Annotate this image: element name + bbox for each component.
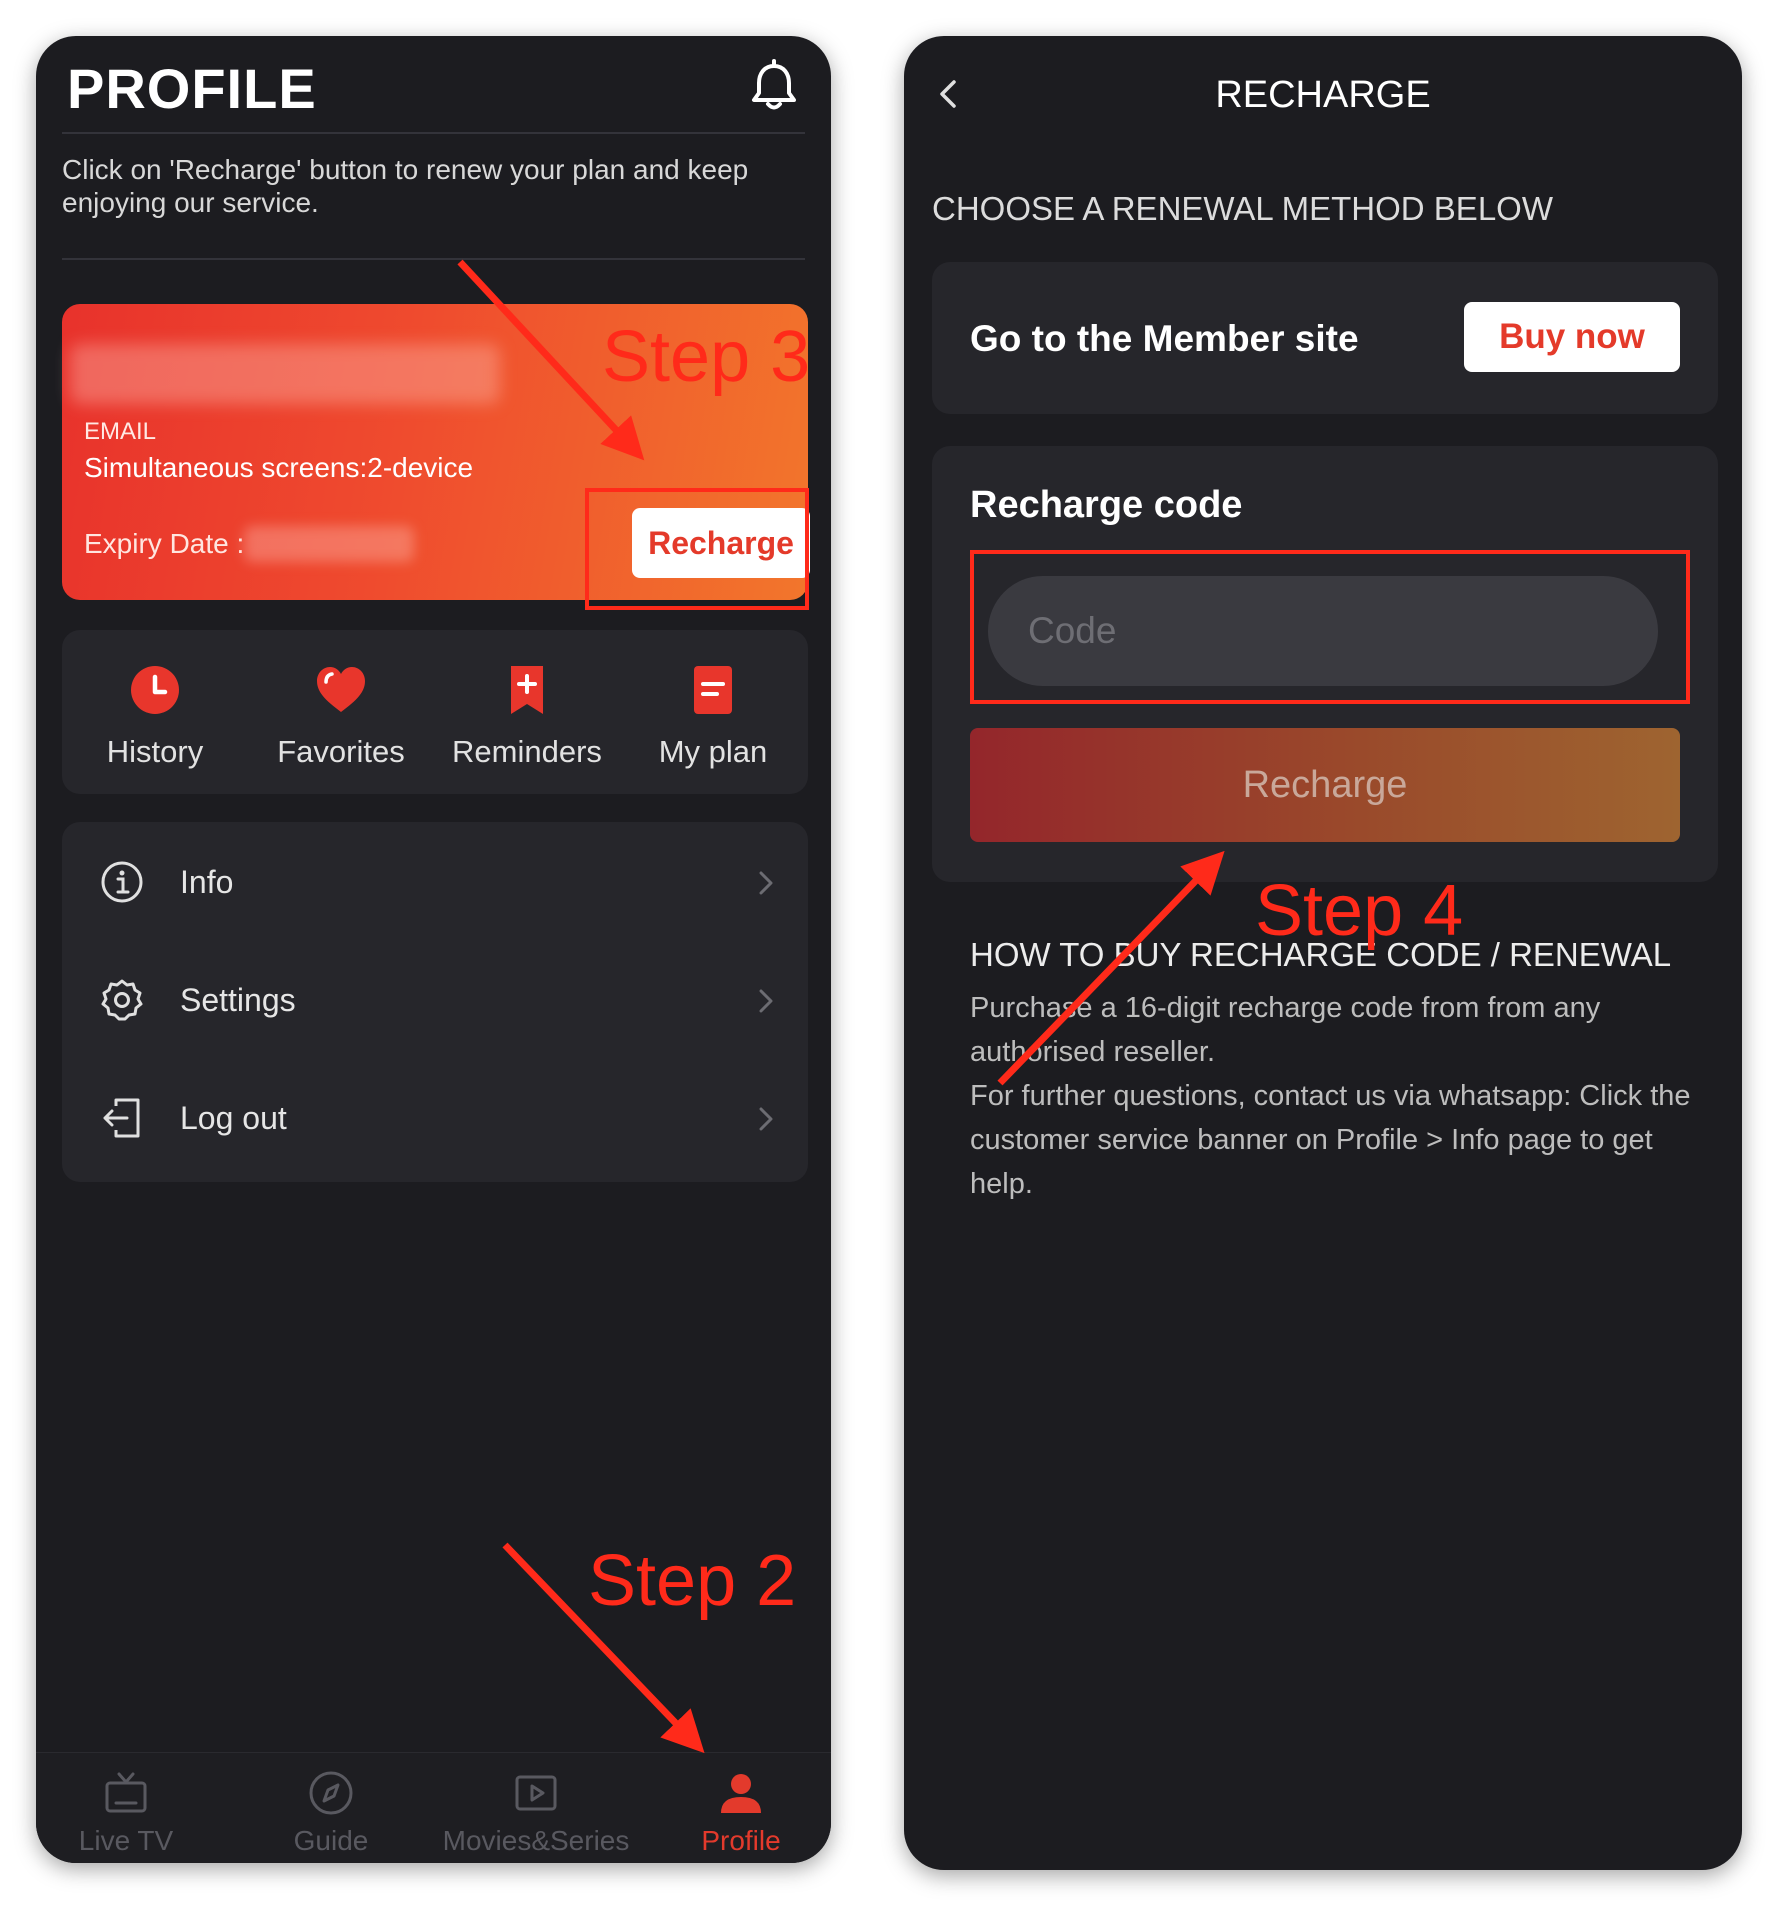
recharge-screen: RECHARGE CHOOSE A RENEWAL METHOD BELOW G…	[904, 36, 1742, 1870]
document-icon	[694, 666, 732, 714]
quick-action-favorites[interactable]: Favorites	[248, 630, 434, 794]
recharge-notice: Click on 'Recharge' button to renew your…	[62, 154, 749, 218]
how-to-buy-text-1: Purchase a 16-digit recharge code from f…	[970, 992, 1601, 1068]
tab-label: Profile	[701, 1825, 781, 1856]
quick-actions: History Favorites Reminders My plan	[62, 630, 808, 794]
user-icon	[721, 1774, 761, 1813]
tab-guide[interactable]: Guide	[231, 1753, 431, 1863]
quick-action-label: My plan	[658, 734, 768, 769]
divider	[62, 132, 805, 134]
menu-item-label: Log out	[180, 1100, 287, 1136]
tab-movies-series[interactable]: Movies&Series	[436, 1753, 636, 1863]
play-icon	[515, 1775, 557, 1811]
buy-now-button[interactable]: Buy now	[1464, 302, 1680, 372]
compass-icon	[309, 1771, 353, 1815]
blurred-account-name	[70, 344, 500, 404]
quick-action-history[interactable]: History	[62, 630, 248, 794]
chevron-right-icon	[759, 1107, 773, 1131]
how-to-buy-section: HOW TO BUY RECHARGE CODE / RENEWAL Purch…	[970, 936, 1710, 1206]
menu-item-settings[interactable]: Settings	[62, 940, 808, 1058]
gear-icon	[101, 979, 143, 1021]
recharge-code-label: Recharge code	[970, 484, 1243, 526]
code-input[interactable]	[988, 576, 1658, 686]
tab-label: Live TV	[78, 1825, 174, 1856]
bell-icon[interactable]	[746, 58, 802, 114]
tab-live-tv[interactable]: Live TV	[36, 1753, 226, 1863]
step2-label: Step 2	[588, 1541, 797, 1621]
menu-item-label: Info	[180, 864, 234, 900]
quick-action-label: History	[106, 734, 204, 769]
step3-label: Step 3	[602, 317, 811, 397]
step4-label: Step 4	[1255, 871, 1464, 951]
quick-action-label: Reminders	[452, 734, 602, 769]
quick-action-reminders[interactable]: Reminders	[434, 630, 620, 794]
quick-action-label: Favorites	[277, 734, 405, 769]
recharge-submit-button[interactable]: Recharge	[970, 728, 1680, 842]
menu-item-info[interactable]: Info	[62, 822, 808, 940]
page-title: RECHARGE	[1215, 74, 1431, 116]
profile-menu: Info Settings Log out	[62, 822, 808, 1182]
tab-label: Movies&Series	[442, 1825, 630, 1856]
recharge-button[interactable]: Recharge	[632, 508, 810, 578]
logout-icon	[103, 1098, 140, 1138]
menu-item-log-out[interactable]: Log out	[62, 1058, 808, 1176]
expiry-date-label: Expiry Date :	[84, 528, 245, 559]
blurred-expiry-date	[244, 526, 414, 562]
chevron-right-icon	[759, 871, 773, 895]
tv-icon	[105, 1772, 147, 1813]
bookmark-plus-icon	[511, 666, 543, 714]
how-to-buy-text-2: For further questions, contact us via wh…	[970, 1080, 1691, 1200]
page-title: PROFILE	[67, 57, 317, 120]
simultaneous-screens: Simultaneous screens:2-device	[84, 452, 474, 483]
heart-icon	[317, 667, 365, 712]
member-site-panel: Go to the Member site Buy now	[932, 262, 1718, 414]
chevron-right-icon	[759, 989, 773, 1013]
email-label: EMAIL	[84, 418, 157, 445]
quick-action-my-plan[interactable]: My plan	[620, 630, 806, 794]
tab-profile[interactable]: Profile	[641, 1753, 831, 1863]
info-icon	[101, 861, 143, 903]
clock-icon	[131, 666, 179, 714]
bottom-tab-bar: Live TV Guide Movies&Series Profile	[36, 1752, 831, 1863]
divider	[62, 258, 805, 260]
tab-label: Guide	[293, 1825, 369, 1856]
recharge-code-panel: Recharge code Recharge	[932, 446, 1718, 882]
menu-item-label: Settings	[180, 982, 296, 1018]
member-site-label: Go to the Member site	[970, 318, 1359, 359]
renewal-method-heading: CHOOSE A RENEWAL METHOD BELOW	[932, 190, 1553, 227]
